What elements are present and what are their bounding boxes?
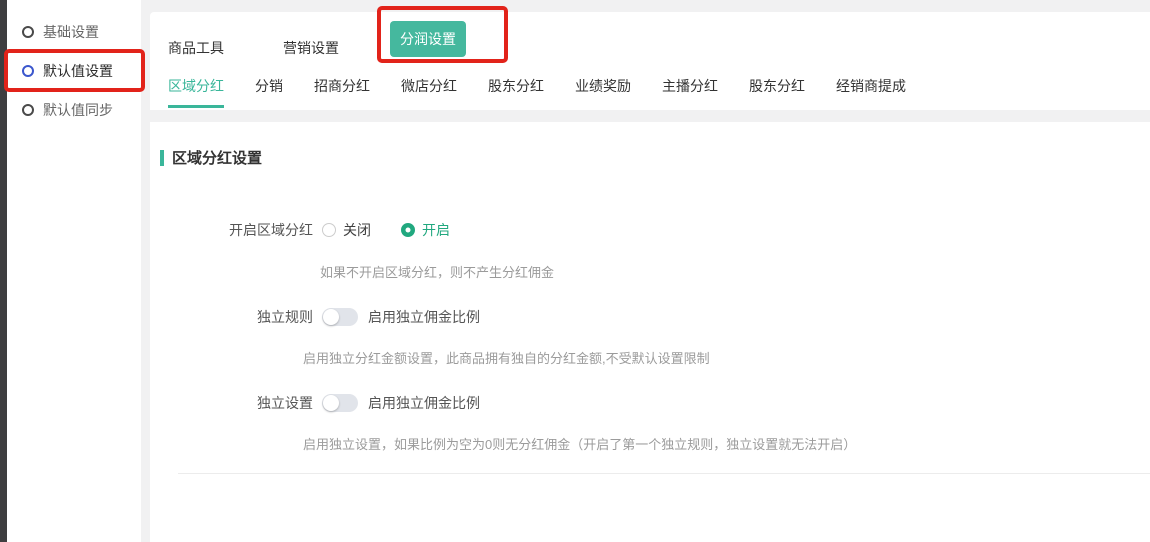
sidebar-item-default-value-settings[interactable]: 默认值设置 (7, 51, 141, 90)
subtab-microstore-dividend[interactable]: 微店分红 (401, 76, 457, 108)
help-text-region-dividend: 如果不开启区域分红，则不产生分红佣金 (320, 262, 554, 281)
radio-circle-icon (22, 65, 34, 77)
radio-circle-icon (22, 26, 34, 38)
independent-rule-toggle[interactable] (322, 308, 358, 326)
sidebar-item-basic-settings[interactable]: 基础设置 (7, 12, 141, 51)
radio-group: 关闭 开启 (322, 220, 450, 240)
section-accent-bar (160, 150, 164, 166)
page: 基础设置 默认值设置 默认值同步 商品工具 营销设置 分润设置 区域分红 分销 … (0, 0, 1150, 542)
subtab-investment-dividend[interactable]: 招商分红 (314, 76, 370, 108)
radio-label: 关闭 (343, 220, 371, 240)
radio-label: 开启 (422, 220, 450, 240)
form-label: 独立规则 (150, 307, 313, 327)
form-label: 开启区域分红 (150, 220, 313, 240)
help-text-independent-rule: 启用独立分红金额设置，此商品拥有独自的分红金额,不受默认设置限制 (303, 348, 710, 367)
radio-close[interactable]: 关闭 (322, 220, 371, 240)
toggle-label: 启用独立佣金比例 (368, 393, 480, 413)
sidebar-item-default-value-sync[interactable]: 默认值同步 (7, 90, 141, 129)
subtab-performance-reward[interactable]: 业绩奖励 (575, 76, 631, 108)
radio-circle-icon (322, 223, 336, 237)
subtab-region-dividend[interactable]: 区域分红 (168, 76, 224, 108)
tab-profit-settings[interactable]: 分润设置 (390, 21, 466, 57)
tab-marketing-settings[interactable]: 营销设置 (283, 38, 339, 58)
toggle-knob (323, 309, 339, 325)
sidebar-item-label: 基础设置 (43, 22, 99, 42)
form-row-independent-setting: 独立设置 启用独立佣金比例 (150, 393, 480, 413)
form-label: 独立设置 (150, 393, 313, 413)
radio-circle-icon (401, 223, 415, 237)
section-title: 区域分红设置 (172, 147, 262, 168)
form-row-enable-region-dividend: 开启区域分红 关闭 开启 (150, 220, 450, 240)
sidebar-item-label: 默认值同步 (43, 100, 113, 120)
subtab-anchor-dividend[interactable]: 主播分红 (662, 76, 718, 108)
sub-tabs: 区域分红 分销 招商分红 微店分红 股东分红 业绩奖励 主播分红 股东分红 经销… (168, 76, 906, 108)
subtab-dealer-commission[interactable]: 经销商提成 (836, 76, 906, 108)
subtab-shareholder-dividend-1[interactable]: 股东分红 (488, 76, 544, 108)
toggle-label: 启用独立佣金比例 (368, 307, 480, 327)
help-text-independent-setting: 启用独立设置，如果比例为空为0则无分红佣金（开启了第一个独立规则，独立设置就无法… (303, 434, 856, 453)
form-row-independent-rule: 独立规则 启用独立佣金比例 (150, 307, 480, 327)
sidebar-item-label: 默认值设置 (43, 61, 113, 81)
tabs-card: 商品工具 营销设置 分润设置 区域分红 分销 招商分红 微店分红 股东分红 业绩… (150, 12, 1150, 110)
radio-circle-icon (22, 104, 34, 116)
content-card: 区域分红设置 开启区域分红 关闭 开启 如果不开启区域分红，则不产生分红佣金 独… (150, 122, 1150, 542)
subtab-shareholder-dividend-2[interactable]: 股东分红 (749, 76, 805, 108)
window-edge-strip (0, 0, 7, 542)
section-header: 区域分红设置 (160, 147, 262, 168)
sidebar: 基础设置 默认值设置 默认值同步 (7, 0, 141, 542)
independent-setting-toggle[interactable] (322, 394, 358, 412)
section-divider (178, 473, 1150, 474)
toggle-knob (323, 395, 339, 411)
radio-open[interactable]: 开启 (401, 220, 450, 240)
subtab-distribution[interactable]: 分销 (255, 76, 283, 108)
tab-product-tools[interactable]: 商品工具 (168, 38, 224, 58)
